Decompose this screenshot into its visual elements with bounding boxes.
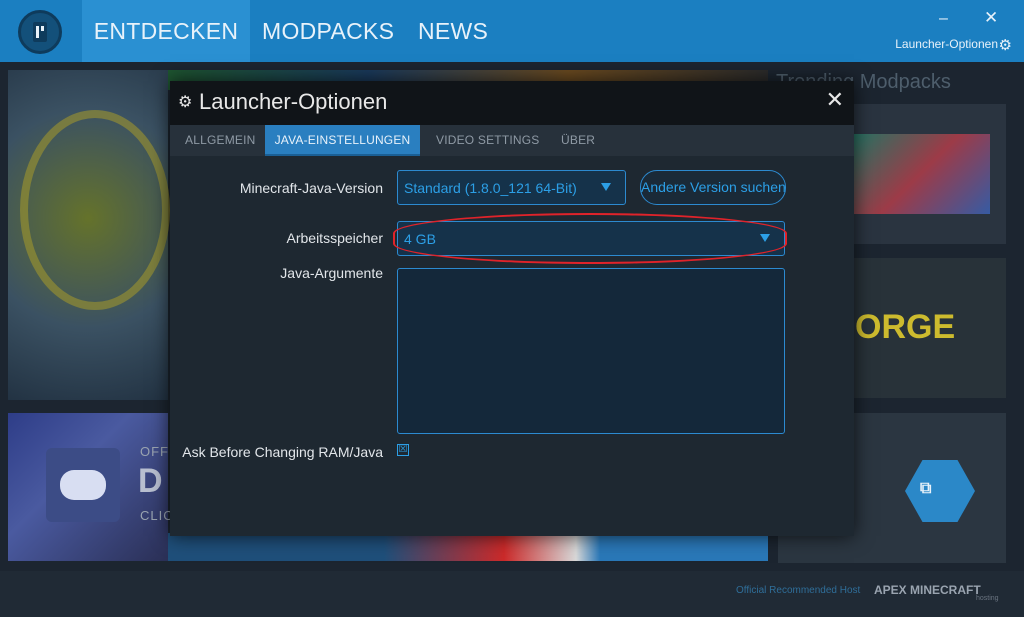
memory-label: Arbeitsspeicher: [286, 230, 384, 246]
java-args-input[interactable]: [397, 268, 785, 434]
apex-logo[interactable]: APEX MINECRAFT: [874, 583, 981, 597]
ask-before-changing-label: Ask Before Changing RAM/Java: [182, 444, 383, 460]
forge-logo-text: ORGE: [855, 308, 956, 346]
apex-logo-sub: hosting: [976, 595, 999, 602]
dialog-tabs: ALLGEMEIN JAVA-EINSTELLUNGEN VIDEO SETTI…: [170, 125, 854, 156]
discord-face-icon: [60, 470, 106, 500]
chevron-down-icon: [601, 183, 611, 191]
minimize-button[interactable]: –: [939, 10, 948, 28]
dialog-title: Launcher-Optionen: [199, 89, 388, 114]
tab-java-einstellungen[interactable]: JAVA-EINSTELLUNGEN: [265, 125, 420, 156]
ask-before-changing-checkbox[interactable]: ☒: [397, 444, 409, 456]
find-other-version-button[interactable]: Andere Version suchen: [640, 170, 786, 205]
tab-ueber[interactable]: ÜBER: [561, 125, 595, 156]
gear-icon: ⚙: [178, 94, 193, 111]
footer: [0, 571, 1024, 617]
tab-news[interactable]: NEWS: [418, 0, 488, 62]
java-version-value: Standard (1.8.0_121 64-Bit): [404, 180, 577, 196]
discord-banner-line2: CLIC: [140, 508, 174, 523]
modpack-emblem: [20, 110, 170, 310]
tab-video-settings[interactable]: VIDEO SETTINGS: [436, 125, 539, 156]
close-dialog-button[interactable]: ✕: [826, 87, 844, 113]
tab-allgemein[interactable]: ALLGEMEIN: [185, 125, 256, 156]
launcher-options-link[interactable]: Launcher-Optionen: [895, 37, 998, 51]
puzzle-icon: ⧉: [920, 480, 932, 497]
discord-banner-line1: OFFI: [140, 444, 174, 459]
close-window-button[interactable]: ✕: [984, 8, 998, 28]
discord-banner-big: D: [138, 462, 163, 500]
trending-tile-1-art: [850, 134, 990, 214]
java-version-label: Minecraft-Java-Version: [239, 180, 383, 196]
annotation-ring: [393, 213, 787, 264]
java-version-select[interactable]: Standard (1.8.0_121 64-Bit): [397, 170, 626, 205]
footer-host-text[interactable]: Official Recommended Host: [736, 585, 860, 596]
java-args-label: Java-Argumente: [280, 265, 383, 281]
gear-icon[interactable]: ⚙: [999, 36, 1012, 54]
logo-icon: [33, 22, 47, 42]
news-banner-strip: [168, 533, 768, 561]
dialog-header: ⚙ Launcher-Optionen ✕: [170, 81, 854, 125]
tab-modpacks[interactable]: MODPACKS: [262, 0, 394, 62]
tab-entdecken[interactable]: ENTDECKEN: [82, 0, 250, 62]
app-logo[interactable]: [18, 10, 62, 54]
